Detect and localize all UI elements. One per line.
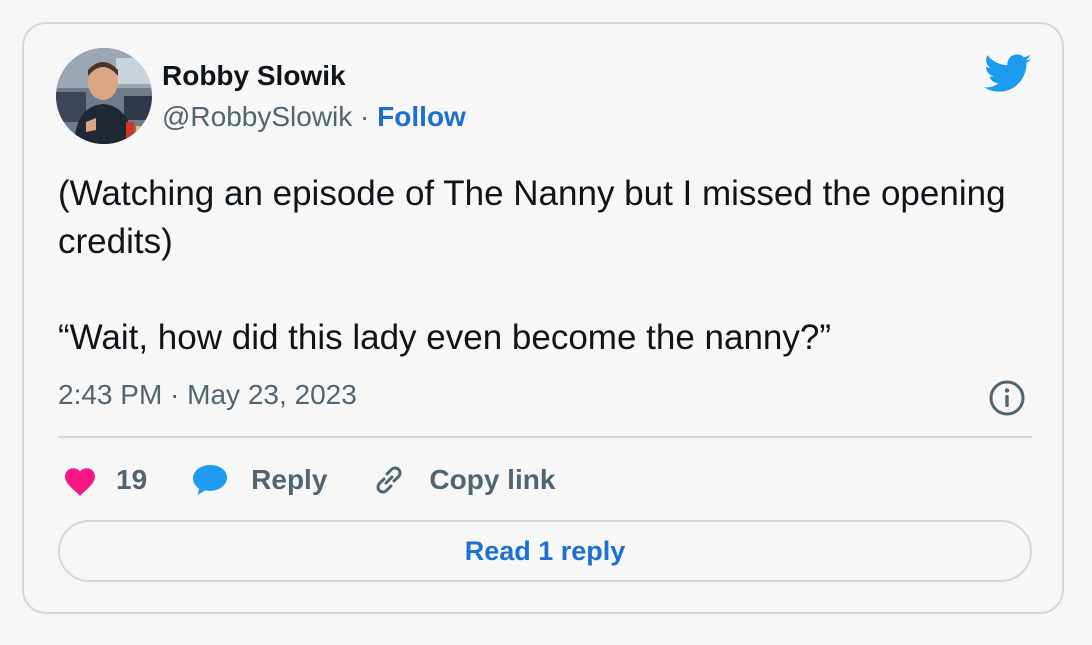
author-handle[interactable]: @RobbySlowik: [162, 101, 352, 132]
author-meta: @RobbySlowik · Follow: [162, 101, 466, 133]
action-bar: 19 Reply Copy link: [62, 458, 599, 502]
avatar[interactable]: [56, 48, 152, 144]
like-count: 19: [116, 464, 148, 495]
speech-bubble-icon: [191, 463, 229, 497]
tweet-timestamp[interactable]: 2:43 PM · May 23, 2023: [58, 379, 357, 411]
tweet-text: (Watching an episode of The Nanny but I …: [58, 174, 1006, 357]
heart-icon: [62, 464, 98, 496]
twitter-bird-icon[interactable]: [984, 54, 1032, 94]
reply-button[interactable]: Reply: [191, 463, 327, 497]
reply-label: Reply: [251, 464, 328, 495]
like-button[interactable]: 19: [62, 464, 147, 496]
copy-link-button[interactable]: Copy link: [371, 462, 555, 498]
author-name[interactable]: Robby Slowik: [162, 60, 346, 92]
avatar-photo: [56, 48, 152, 144]
divider: [58, 436, 1032, 438]
read-replies-button[interactable]: Read 1 reply: [58, 520, 1032, 582]
follow-link[interactable]: Follow: [377, 101, 466, 132]
tweet-card: Robby Slowik @RobbySlowik · Follow (Watc…: [22, 22, 1064, 614]
link-icon: [371, 462, 407, 498]
meta-separator: ·: [352, 101, 378, 132]
info-icon[interactable]: [988, 379, 1026, 417]
copy-link-label: Copy link: [429, 464, 556, 495]
